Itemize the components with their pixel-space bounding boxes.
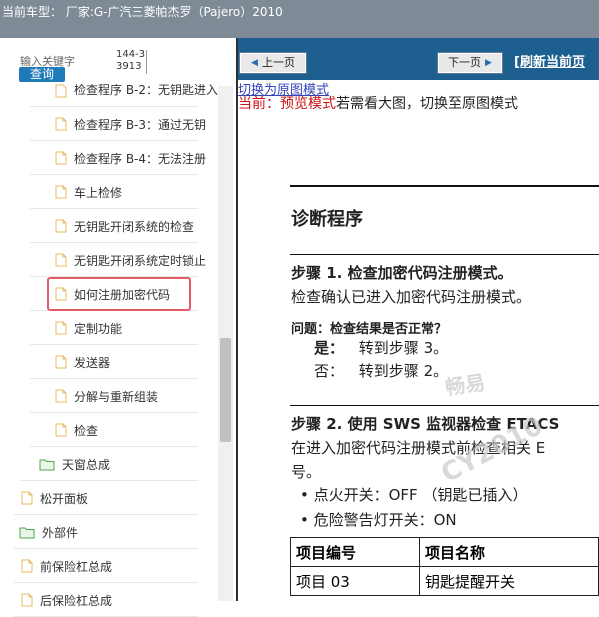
table-header-cell: 项目编号 [290,537,420,567]
file-icon [55,423,67,437]
file-icon [55,117,67,131]
tree-item[interactable]: 检查程序 B-3：通过无钥 [55,107,206,141]
mode-current-label: 当前： [238,96,280,112]
tree-item[interactable]: 无钥匙开闭系统定时锁止 [55,243,206,277]
tree-item[interactable]: 分解与重新组装 [55,379,158,413]
tree-item[interactable]: 前保险杠总成 [21,549,112,583]
no-text: 转到步骤 2。 [358,362,449,380]
mode-hint: 若需看大图，切换至原图模式 [336,96,518,112]
yes-row: 是： 转到步骤 3。 [314,337,448,358]
file-icon [55,355,67,369]
mode-current-value: 预览模式 [280,96,336,112]
bullet-text: 危险警告灯开关：ON [313,511,457,529]
doc-title: 诊断程序 [291,209,363,230]
tree-item-label: 定制功能 [74,321,123,336]
tree-item-label: 后保险杠总成 [40,593,113,608]
file-icon [21,559,33,573]
step1-description: 检查确认已进入加密代码注册模式。 [291,288,532,306]
yes-text: 转到步骤 3。 [358,339,449,357]
tree-item-label: 外部件 [42,525,79,540]
step2-heading: 步骤 2. 使用 SWS 监视器检查 ETACS [291,415,560,433]
scrollbar-thumb[interactable] [220,338,231,442]
search-button[interactable]: 查询 [19,67,65,82]
tree-item-label: 车上检修 [74,185,123,200]
prev-page-button[interactable]: ◀ 上一页 [240,53,306,73]
doc-table: 项目编号 项目名称 项目 03 钥匙提醒开关 [290,537,599,596]
file-icon [55,253,67,267]
file-icon [55,185,67,199]
file-icon [55,219,67,233]
file-icon [55,321,67,335]
tree-item-label: 检查程序 B-4：无法注册 [74,151,207,166]
tree-item[interactable]: 天窗总成 [39,447,110,481]
tree-item-label: 无钥匙开闭系统的检查 [74,219,195,234]
tree-item-label: 检查程序 B-3：通过无钥 [74,117,207,132]
step2-description: 在进入加密代码注册模式前检查相关 E [291,439,546,457]
tree-item[interactable]: 车上检修 [55,175,122,209]
bullet-item: • 危险警告灯开关：ON [300,511,457,529]
table-row: 项目 03 钥匙提醒开关 [290,566,599,596]
arrow-right-icon: ▶ [485,58,492,68]
step1-heading: 步骤 1. 检查加密代码注册模式。 [291,264,513,282]
tree-item[interactable]: 后保险杠总成 [21,583,112,617]
file-icon [55,151,67,165]
doc-rule [290,405,599,406]
tree-item[interactable]: 检查程序 B-4：无法注册 [55,141,206,175]
no-row: 否： 转到步骤 2。 [314,360,448,381]
arrow-left-icon: ◀ [251,58,258,68]
keyword-input[interactable]: 144-33913 [116,49,146,73]
folder-icon [39,459,55,470]
refresh-page-link[interactable]: [刷新当前页 [514,51,585,70]
tree-item[interactable]: 外部件 [19,515,78,549]
tree-item-label: 无钥匙开闭系统定时锁止 [74,253,207,268]
tree-item-label: 检查程序 B-2：无钥匙进入 [74,84,219,97]
tree-item-label: 松开面板 [40,491,89,506]
file-icon [55,389,67,403]
prev-page-label: 上一页 [261,56,295,69]
tree-item-label: 发送器 [74,355,111,370]
file-icon [21,491,33,505]
tree-item[interactable]: 松开面板 [21,481,88,515]
bullet-text: 点火开关：OFF （钥匙已插入） [313,486,528,504]
yes-label: 是： [314,339,345,357]
file-icon [55,84,67,98]
folder-icon [19,527,35,538]
table-header-row: 项目编号 项目名称 [290,537,599,567]
tree-item-partial[interactable]: 检查程序 B-2：无钥匙进入 [55,84,218,106]
doc-rule [290,254,599,255]
table-cell: 钥匙提醒开关 [419,566,599,596]
input-caret [146,50,147,74]
bullet-item: • 点火开关：OFF （钥匙已插入） [300,486,528,504]
table-header-cell: 项目名称 [419,537,599,567]
tree-item-label: 前保险杠总成 [40,559,113,574]
step2-description-cont: 号。 [291,463,322,481]
tree-item-label: 天窗总成 [62,457,111,472]
tree-item[interactable]: 定制功能 [55,311,122,345]
tree-item[interactable]: 发送器 [55,345,110,379]
next-page-label: 下一页 [448,56,482,69]
doc-rule [290,185,599,187]
tree-item-label: 检查 [74,423,99,438]
next-page-button[interactable]: 下一页 ▶ [438,53,502,73]
tree-item[interactable]: 检查 [55,413,98,447]
current-car-title: 当前车型： 厂家:G-广汽三菱帕杰罗（Pajero）2010 [2,5,283,19]
mode-status: 当前：预览模式若需看大图，切换至原图模式 [238,93,518,113]
question-text: 问题：检查结果是否正常？ [291,322,448,337]
tree-item[interactable]: 无钥匙开闭系统的检查 [55,209,194,243]
tree-item-label: 分解与重新组装 [74,389,159,404]
no-label: 否： [314,362,345,380]
file-icon [21,593,33,607]
table-cell: 项目 03 [290,566,420,596]
selected-item-highlight [47,277,191,311]
